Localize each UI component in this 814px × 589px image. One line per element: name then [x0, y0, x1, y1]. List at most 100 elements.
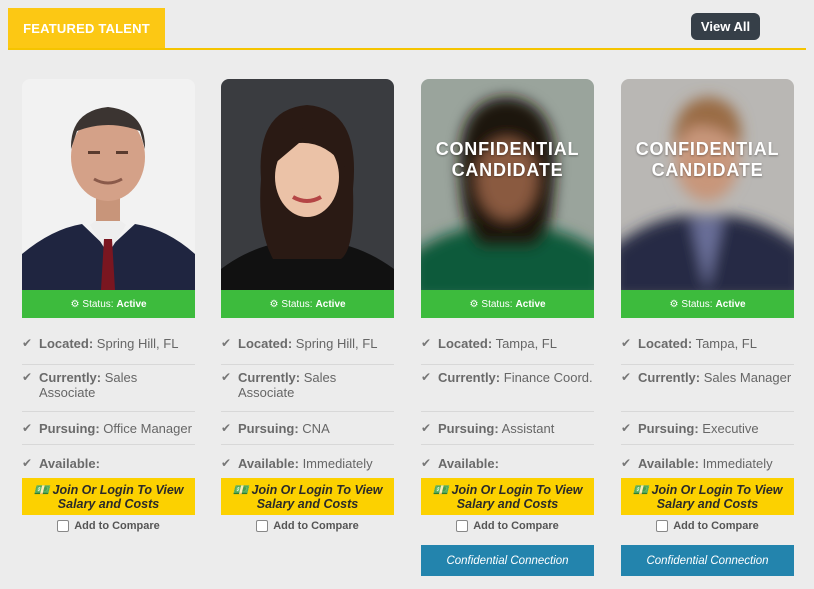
- available-row: ✔ Available:: [22, 445, 195, 478]
- shield-check-icon: ✔: [421, 421, 432, 435]
- shield-check-icon: ✔: [421, 336, 432, 350]
- talent-card[interactable]: CONFIDENTIAL CANDIDATE ⚙ Status: Active …: [621, 79, 794, 576]
- compare-label: Add to Compare: [273, 520, 359, 532]
- shield-check-icon: ✔: [621, 370, 632, 384]
- join-line1: Join Or Login To View: [52, 482, 184, 497]
- join-line1: Join Or Login To View: [451, 482, 583, 497]
- status-value: Active: [515, 298, 546, 310]
- available-label: Available:: [238, 456, 299, 471]
- pursuing-label: Pursuing:: [39, 421, 100, 436]
- available-row: ✔ Available: Immediately: [621, 445, 794, 478]
- candidate-photo[interactable]: [221, 79, 394, 290]
- confidential-line1: CONFIDENTIAL: [635, 139, 780, 159]
- status-bar: ⚙ Status: Active: [221, 290, 394, 318]
- pursuing-row: ✔ Pursuing: Assistant: [421, 412, 594, 445]
- located-label: Located:: [638, 336, 693, 351]
- available-value: Immediately: [702, 456, 773, 471]
- join-line2: Salary and Costs: [656, 496, 759, 511]
- confidential-line2: CANDIDATE: [451, 160, 564, 180]
- located-label: Located:: [39, 336, 94, 351]
- add-to-compare[interactable]: Add to Compare: [221, 515, 394, 537]
- available-label: Available:: [438, 456, 499, 471]
- join-login-button[interactable]: 💵 Join Or Login To View Salary and Costs: [22, 478, 195, 515]
- status-bar: ⚙ Status: Active: [621, 290, 794, 318]
- shield-check-icon: ✔: [221, 456, 232, 470]
- located-label: Located:: [238, 336, 293, 351]
- pursuing-value: Executive: [702, 421, 759, 436]
- currently-label: Currently:: [39, 370, 102, 385]
- currently-row: ✔ Currently: Sales Manager: [621, 365, 794, 412]
- status-label: Status:: [281, 298, 313, 310]
- compare-label: Add to Compare: [74, 520, 160, 532]
- gears-icon: ⚙: [269, 298, 279, 310]
- available-label: Available:: [638, 456, 699, 471]
- located-row: ✔ Located: Tampa, FL: [421, 328, 594, 365]
- confidential-overlay: CONFIDENTIAL CANDIDATE: [421, 139, 594, 181]
- pursuing-value: Office Manager: [103, 421, 192, 436]
- join-line2: Salary and Costs: [57, 496, 160, 511]
- join-line1: Join Or Login To View: [251, 482, 383, 497]
- pursuing-value: CNA: [302, 421, 330, 436]
- view-all-button[interactable]: View All: [691, 13, 760, 40]
- add-to-compare[interactable]: Add to Compare: [22, 515, 195, 537]
- confidential-line2: CANDIDATE: [651, 160, 764, 180]
- money-icon: 💵: [632, 482, 649, 497]
- money-icon: 💵: [432, 482, 449, 497]
- gears-icon: ⚙: [469, 298, 479, 310]
- pursuing-row: ✔ Pursuing: Office Manager: [22, 412, 195, 445]
- gears-icon: ⚙: [70, 298, 80, 310]
- status-label: Status:: [481, 298, 513, 310]
- candidate-photo[interactable]: CONFIDENTIAL CANDIDATE: [621, 79, 794, 290]
- status-label: Status:: [681, 298, 713, 310]
- available-value: Immediately: [302, 456, 373, 471]
- available-label: Available:: [39, 456, 100, 471]
- located-row: ✔ Located: Tampa, FL: [621, 328, 794, 365]
- available-row: ✔ Available:: [421, 445, 594, 478]
- talent-card[interactable]: ⚙ Status: Active ✔ Located: Spring Hill,…: [221, 79, 394, 537]
- shield-check-icon: ✔: [421, 456, 432, 470]
- compare-checkbox[interactable]: [256, 520, 269, 532]
- currently-row: ✔ Currently: Sales Associate: [22, 365, 195, 412]
- shield-check-icon: ✔: [221, 421, 232, 435]
- join-line2: Salary and Costs: [256, 496, 359, 511]
- money-icon: 💵: [33, 482, 50, 497]
- currently-label: Currently:: [638, 370, 701, 385]
- currently-label: Currently:: [238, 370, 301, 385]
- add-to-compare[interactable]: Add to Compare: [421, 515, 594, 537]
- currently-value: Sales Manager: [703, 370, 792, 385]
- candidate-photo[interactable]: CONFIDENTIAL CANDIDATE: [421, 79, 594, 290]
- compare-checkbox[interactable]: [656, 520, 669, 532]
- shield-check-icon: ✔: [22, 370, 33, 384]
- status-value: Active: [315, 298, 346, 310]
- join-line1: Join Or Login To View: [651, 482, 783, 497]
- pursuing-row: ✔ Pursuing: CNA: [221, 412, 394, 445]
- join-login-button[interactable]: 💵 Join Or Login To View Salary and Costs: [221, 478, 394, 515]
- currently-value: Finance Coord.: [503, 370, 593, 385]
- confidential-line1: CONFIDENTIAL: [435, 139, 580, 159]
- confidential-connection-button[interactable]: Confidential Connection: [621, 545, 794, 576]
- tab-featured-talent[interactable]: FEATURED TALENT: [8, 8, 165, 48]
- confidential-connection-button[interactable]: Confidential Connection: [421, 545, 594, 576]
- pursuing-value: Assistant: [501, 421, 555, 436]
- located-value: Tampa, FL: [695, 336, 757, 351]
- located-value: Tampa, FL: [495, 336, 557, 351]
- featured-talent-header: FEATURED TALENT View All: [8, 8, 806, 50]
- located-value: Spring Hill, FL: [96, 336, 179, 351]
- join-login-button[interactable]: 💵 Join Or Login To View Salary and Costs: [621, 478, 794, 515]
- pursuing-label: Pursuing:: [638, 421, 699, 436]
- confidential-overlay: CONFIDENTIAL CANDIDATE: [621, 139, 794, 181]
- status-bar: ⚙ Status: Active: [421, 290, 594, 318]
- compare-checkbox[interactable]: [456, 520, 469, 532]
- shield-check-icon: ✔: [621, 456, 632, 470]
- currently-label: Currently:: [438, 370, 501, 385]
- join-line2: Salary and Costs: [456, 496, 559, 511]
- compare-checkbox[interactable]: [57, 520, 70, 532]
- add-to-compare[interactable]: Add to Compare: [621, 515, 794, 537]
- talent-card[interactable]: ⚙ Status: Active ✔ Located: Spring Hill,…: [22, 79, 195, 537]
- candidate-photo[interactable]: [22, 79, 195, 290]
- talent-card[interactable]: CONFIDENTIAL CANDIDATE ⚙ Status: Active …: [421, 79, 594, 576]
- compare-label: Add to Compare: [673, 520, 759, 532]
- join-login-button[interactable]: 💵 Join Or Login To View Salary and Costs: [421, 478, 594, 515]
- status-label: Status:: [82, 298, 114, 310]
- shield-check-icon: ✔: [221, 336, 232, 350]
